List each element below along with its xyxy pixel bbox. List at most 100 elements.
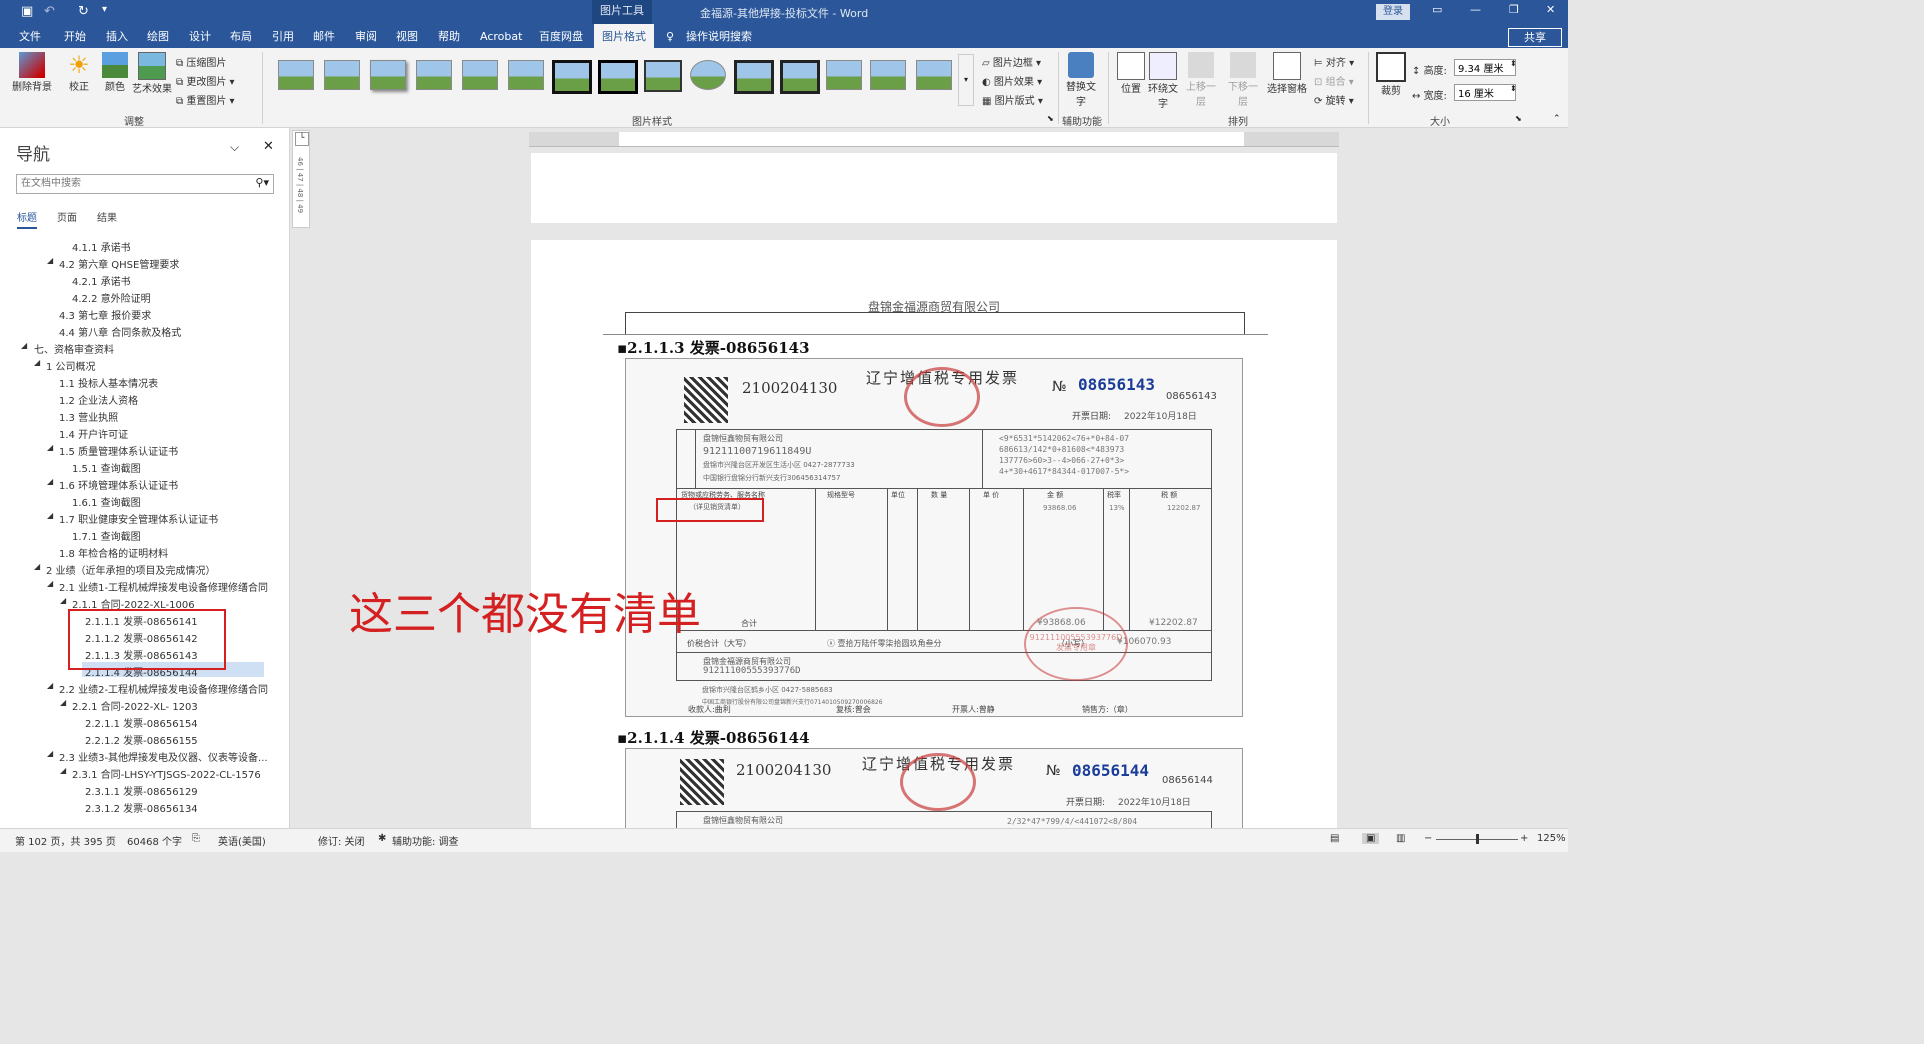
heading-invoice-1[interactable]: ▪2.1.1.3 发票-08656143 [617, 337, 810, 358]
tab-references[interactable]: 引用 [272, 24, 294, 48]
expand-arrow-icon[interactable]: ◢ [47, 681, 53, 690]
accessibility-status[interactable]: 辅助功能: 调查 [392, 833, 459, 848]
save-icon[interactable]: ▣ [21, 4, 33, 19]
height-spinner-icon[interactable]: ⬍ [1510, 59, 1517, 68]
style-thumb[interactable] [598, 60, 638, 94]
outline-item[interactable]: 2.3.1.1 发票-08656129 [85, 783, 198, 798]
selection-pane-button[interactable]: 选择窗格 [1266, 52, 1308, 95]
reset-picture-button[interactable]: ⧉ 重置图片 ▾ [176, 92, 235, 107]
tab-picture-format[interactable]: 图片格式 [594, 24, 654, 48]
compress-pictures-button[interactable]: ⧉ 压缩图片 [176, 54, 226, 69]
position-button[interactable]: 位置 [1116, 52, 1146, 95]
style-thumb[interactable] [278, 60, 314, 90]
outline-item[interactable]: 1.8 年检合格的证明材料 [59, 545, 168, 560]
bring-forward-button[interactable]: 上移一层 [1182, 52, 1220, 108]
style-thumb[interactable] [370, 60, 406, 90]
zoom-slider[interactable] [1436, 834, 1518, 844]
expand-arrow-icon[interactable]: ◢ [60, 596, 66, 605]
heading-invoice-2[interactable]: ▪2.1.1.4 发票-08656144 [617, 727, 810, 748]
artistic-effects-button[interactable]: 艺术效果 [132, 52, 172, 95]
expand-arrow-icon[interactable]: ◢ [47, 443, 53, 452]
style-thumb[interactable] [462, 60, 498, 90]
tab-mailings[interactable]: 邮件 [313, 24, 335, 48]
invoice-image-1[interactable]: 2100204130 辽宁增值税专用发票 № 08656143 08656143… [625, 358, 1243, 717]
nav-tab-pages[interactable]: 页面 [57, 209, 77, 224]
outline-item[interactable]: 1.6.1 查询截图 [72, 494, 141, 509]
expand-arrow-icon[interactable]: ◢ [47, 749, 53, 758]
invoice-image-2[interactable]: 2100204130 辽宁增值税专用发票 № 08656144 08656144… [625, 748, 1243, 832]
size-dialog-launcher-icon[interactable]: ⬊ [1515, 114, 1522, 123]
zoom-in-icon[interactable]: + [1520, 833, 1528, 844]
style-thumb[interactable] [644, 60, 682, 92]
outline-item[interactable]: 2.3.1.2 发票-08656134 [85, 800, 198, 815]
style-thumb[interactable] [916, 60, 952, 90]
remove-background-button[interactable]: 删除背景 [10, 52, 54, 93]
expand-arrow-icon[interactable]: ◢ [60, 698, 66, 707]
outline-item[interactable]: 2 业绩（近年承担的项目及完成情况） [46, 562, 216, 577]
outline-item[interactable]: 4.2 第六章 QHSE管理要求 [59, 256, 179, 271]
outline-item[interactable]: 2.2.1.1 发票-08656154 [85, 715, 198, 730]
outline-item[interactable]: 2.2.1.2 发票-08656155 [85, 732, 198, 747]
rotate-button[interactable]: ⟳ 旋转 ▾ [1314, 92, 1354, 107]
nav-tab-headings[interactable]: 标题 [17, 209, 37, 229]
outline-item[interactable]: 七、资格审查资料 [34, 341, 114, 356]
outline-item[interactable]: 1.1 投标人基本情况表 [59, 375, 158, 390]
height-input[interactable] [1454, 59, 1516, 76]
tab-help[interactable]: 帮助 [438, 24, 460, 48]
tab-home[interactable]: 开始 [64, 24, 86, 48]
expand-arrow-icon[interactable]: ◢ [34, 562, 40, 571]
outline-item[interactable]: 4.1.1 承诺书 [72, 239, 131, 254]
dialog-launcher-icon[interactable]: ⬊ [1047, 114, 1054, 123]
outline-item[interactable]: 1.3 营业执照 [59, 409, 118, 424]
tab-acrobat[interactable]: Acrobat [480, 24, 522, 48]
outline-item[interactable]: 1.4 开户许可证 [59, 426, 128, 441]
maximize-icon[interactable]: ❐ [1509, 3, 1519, 16]
tab-view[interactable]: 视图 [396, 24, 418, 48]
customize-qat-icon[interactable]: ▾ [102, 4, 107, 15]
tab-insert[interactable]: 插入 [106, 24, 128, 48]
wrap-text-button[interactable]: 环绕文字 [1148, 52, 1178, 110]
nav-tab-results[interactable]: 结果 [97, 209, 117, 224]
tab-layout[interactable]: 布局 [230, 24, 252, 48]
alt-text-button[interactable]: 替换文字 [1066, 52, 1096, 108]
tab-review[interactable]: 审阅 [355, 24, 377, 48]
expand-arrow-icon[interactable]: ◢ [47, 477, 53, 486]
corrections-button[interactable]: ☀ 校正 [64, 52, 94, 93]
chevron-down-icon[interactable]: ⌵ [230, 140, 239, 155]
collapse-ribbon-icon[interactable]: ⌃ [1553, 114, 1561, 124]
style-thumb[interactable] [324, 60, 360, 90]
tab-file[interactable]: 文件 [19, 24, 41, 48]
horizontal-ruler[interactable] [529, 132, 1339, 147]
picture-effects-button[interactable]: ◐ 图片效果 ▾ [982, 73, 1042, 88]
tab-design[interactable]: 设计 [189, 24, 211, 48]
expand-arrow-icon[interactable]: ◢ [47, 511, 53, 520]
close-nav-icon[interactable]: ✕ [263, 139, 274, 154]
change-picture-button[interactable]: ⧉ 更改图片 ▾ [176, 73, 235, 88]
outline-item[interactable]: 1.2 企业法人资格 [59, 392, 138, 407]
style-thumb[interactable] [508, 60, 544, 90]
outline-item[interactable]: 4.2.1 承诺书 [72, 273, 131, 288]
expand-arrow-icon[interactable]: ◢ [34, 358, 40, 367]
style-thumb[interactable] [870, 60, 906, 90]
word-count[interactable]: 60468 个字 [127, 833, 182, 848]
minimize-icon[interactable]: — [1470, 3, 1481, 16]
style-thumb[interactable] [780, 60, 820, 94]
read-mode-icon[interactable]: ▤ [1330, 833, 1339, 844]
expand-arrow-icon[interactable]: ◢ [60, 766, 66, 775]
outline-item[interactable]: 2.2 业绩2-工程机械焊接发电设备修理修缮合同 [59, 681, 268, 696]
outline-item[interactable]: 1.7 职业健康安全管理体系认证证书 [59, 511, 218, 526]
width-input[interactable] [1454, 84, 1516, 101]
outline-item[interactable]: 4.4 第八章 合同条款及格式 [59, 324, 181, 339]
style-thumb[interactable] [690, 60, 726, 90]
zoom-level[interactable]: 125% [1537, 833, 1566, 844]
tab-selector-icon[interactable]: └ [295, 132, 309, 146]
close-icon[interactable]: ✕ [1546, 3, 1555, 16]
web-layout-icon[interactable]: ▥ [1396, 833, 1405, 844]
width-spinner-icon[interactable]: ⬍ [1510, 84, 1517, 93]
picture-border-button[interactable]: ▱ 图片边框 ▾ [982, 54, 1041, 69]
proofing-icon[interactable]: ⎘ [192, 833, 200, 844]
nav-search-input[interactable] [21, 175, 241, 191]
send-backward-button[interactable]: 下移一层 [1224, 52, 1262, 108]
expand-arrow-icon[interactable]: ◢ [21, 341, 27, 350]
crop-button[interactable]: 裁剪 [1376, 52, 1406, 97]
